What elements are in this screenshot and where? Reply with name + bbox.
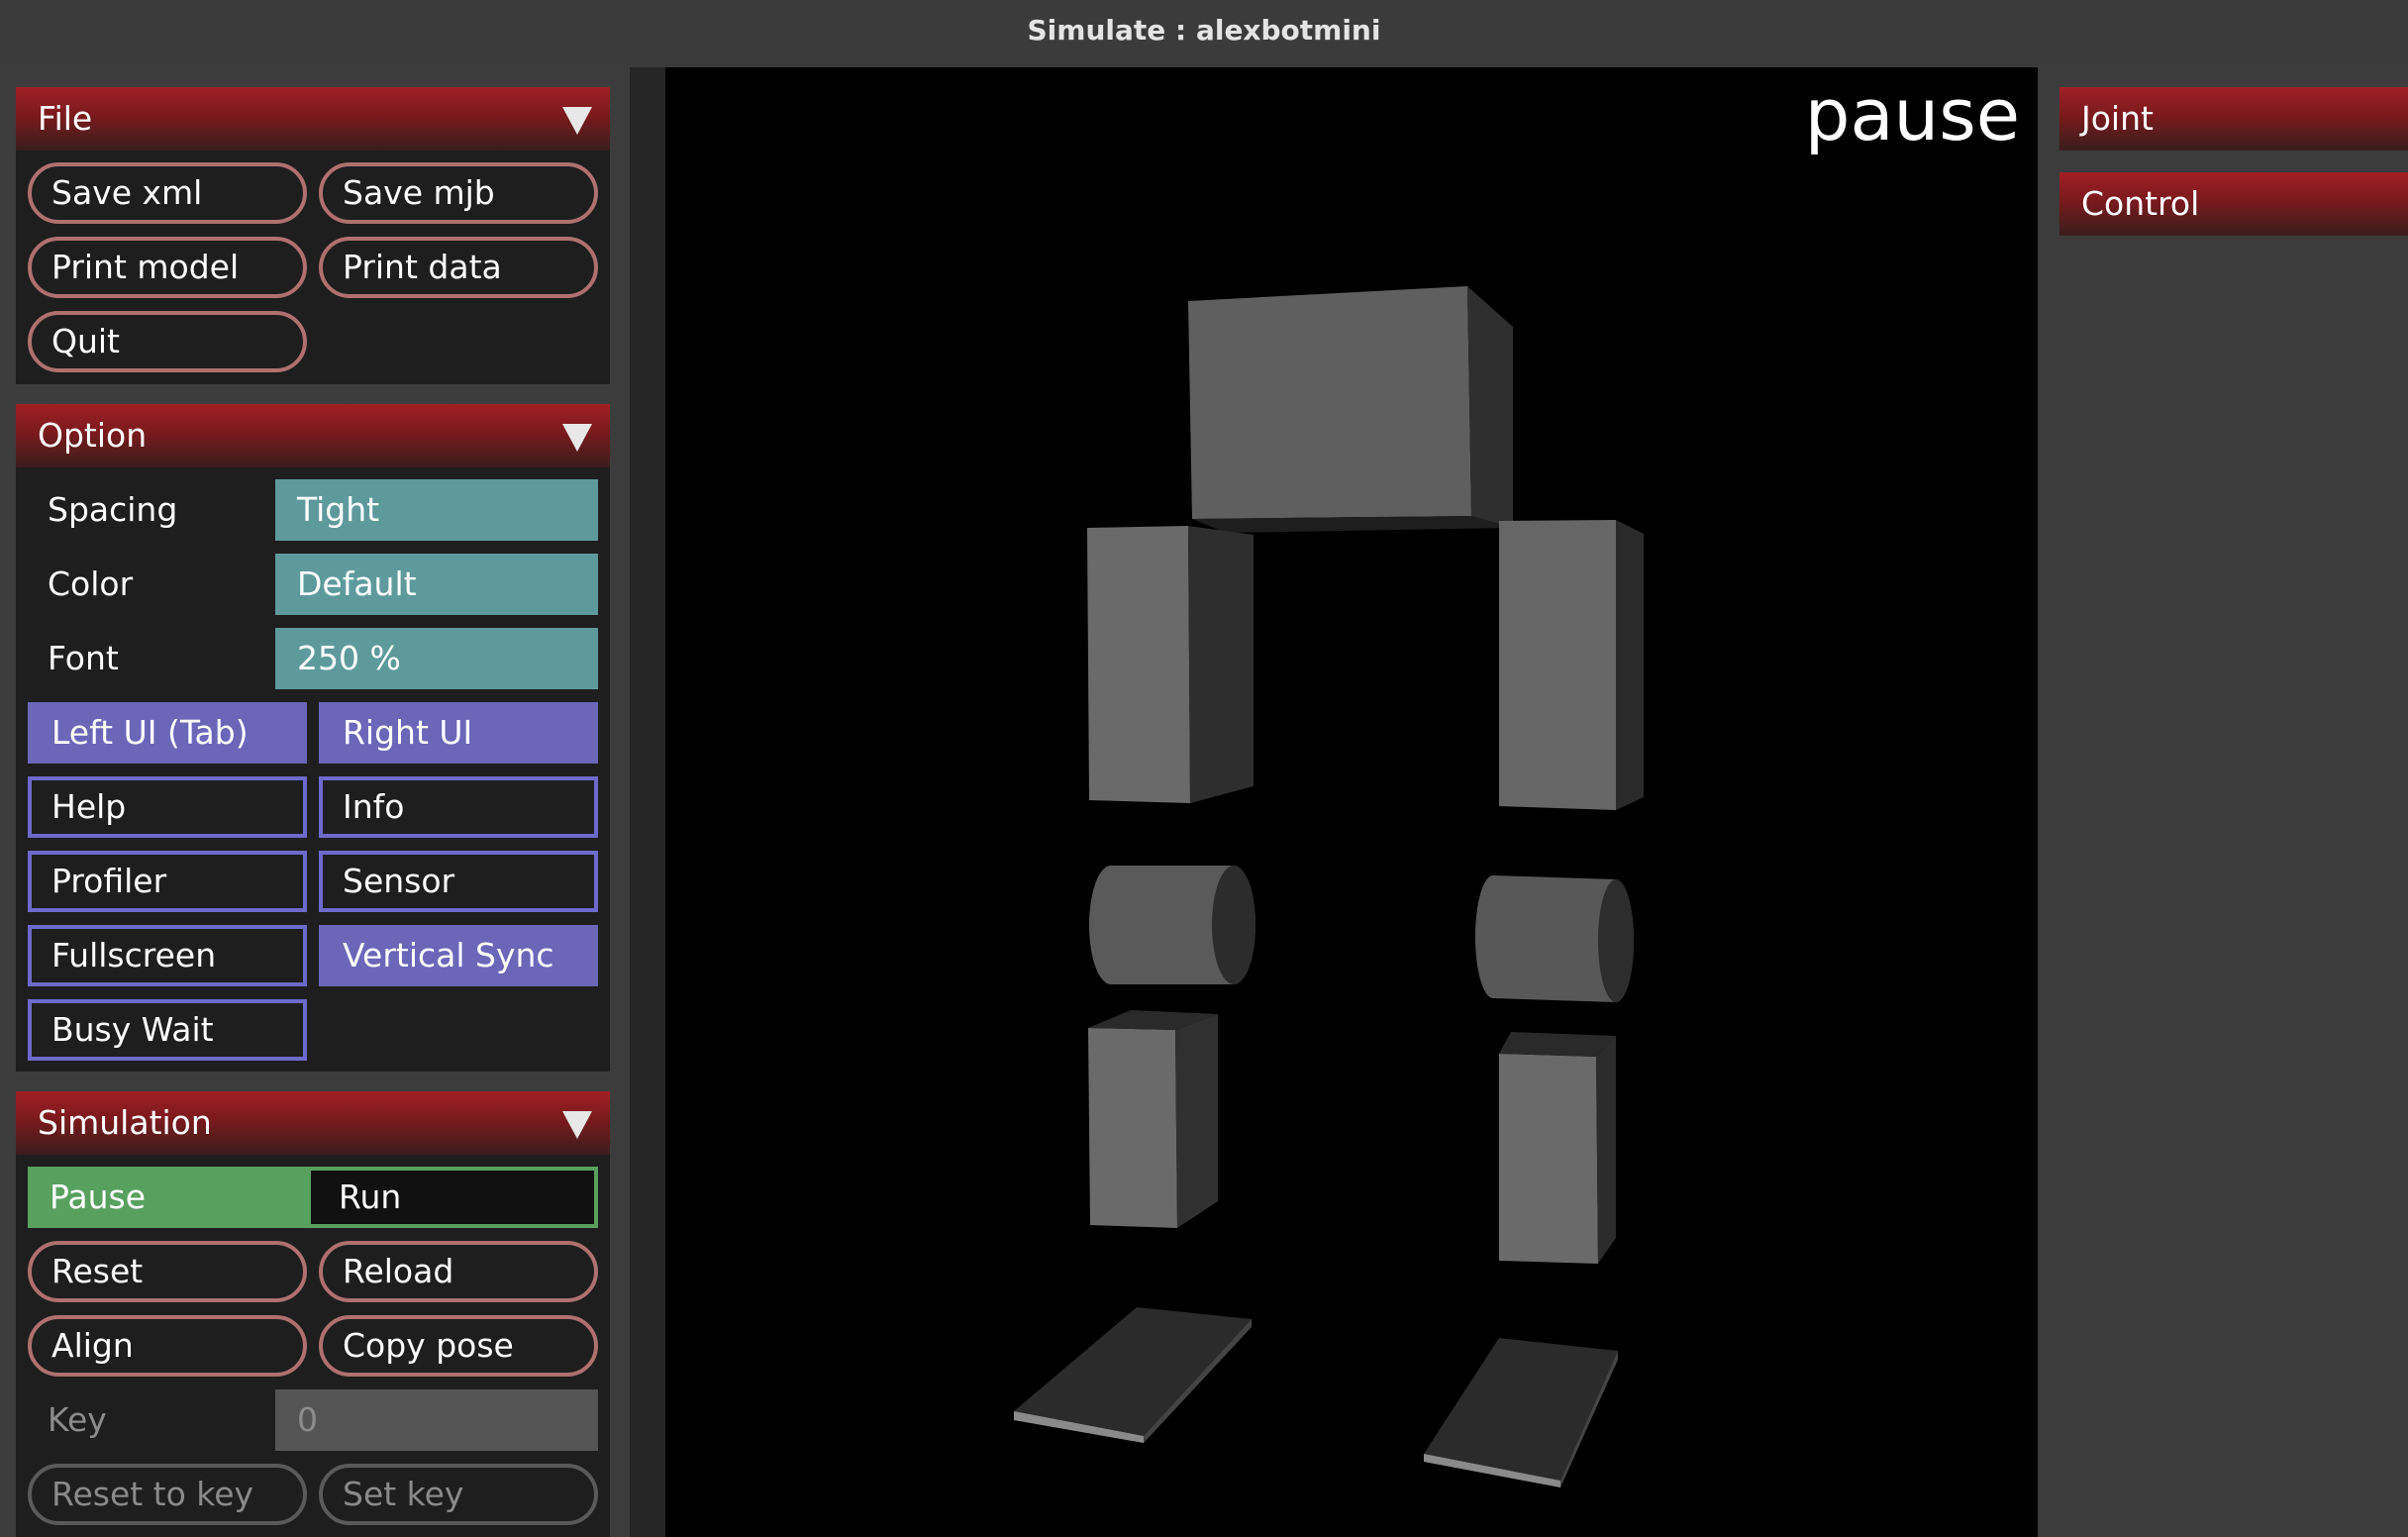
left-ui-toggle[interactable]: Left UI (Tab) [28,702,307,764]
reset-button[interactable]: Reset [28,1241,307,1302]
key-label: Key [48,1400,107,1439]
right-thigh-box [1499,520,1644,810]
vertical-sync-toggle[interactable]: Vertical Sync [319,925,598,986]
quit-button[interactable]: Quit [28,311,307,372]
left-ui-panel: File Save xml Save mjb Print model Print… [0,63,630,1537]
right-shin-box [1499,1032,1616,1264]
joint-section-header[interactable]: Joint [2059,87,2408,151]
align-button[interactable]: Align [28,1315,307,1377]
font-select[interactable]: 250 % [275,628,598,689]
copy-pose-button[interactable]: Copy pose [319,1315,598,1377]
spacing-select[interactable]: Tight [275,479,598,541]
save-xml-button[interactable]: Save xml [28,162,307,224]
right-knee-cylinder [1475,875,1634,1002]
fullscreen-toggle[interactable]: Fullscreen [28,925,307,986]
file-section: File Save xml Save mjb Print model Print… [16,87,610,384]
collapse-triangle-icon[interactable] [562,1111,592,1139]
file-section-header[interactable]: File [16,87,610,151]
control-section-label: Control [2081,184,2200,223]
right-foot-plate [1424,1338,1618,1487]
reset-to-key-button[interactable]: Reset to key [28,1464,307,1525]
print-data-button[interactable]: Print data [319,237,598,298]
save-mjb-button[interactable]: Save mjb [319,162,598,224]
color-label: Color [48,564,134,603]
window-title: Simulate : alexbotmini [1027,14,1381,47]
collapse-triangle-icon[interactable] [562,424,592,452]
3d-viewport[interactable]: pause [630,67,2038,1537]
option-section-label: Option [38,416,148,455]
robot-model-render [1014,286,1644,1487]
simulation-section-label: Simulation [38,1103,212,1142]
key-slider[interactable]: 0 [275,1389,598,1451]
run-radio-option[interactable]: Run [321,1171,594,1224]
pause-radio-option[interactable]: Pause [32,1171,311,1224]
font-label: Font [48,639,119,677]
reload-button[interactable]: Reload [319,1241,598,1302]
collapse-triangle-icon[interactable] [562,107,592,135]
control-section-header[interactable]: Control [2059,172,2408,236]
joint-section-label: Joint [2081,99,2154,138]
left-shin-box [1088,1010,1218,1228]
simulation-section: Simulation Pause Run Reset Reload Align … [16,1091,610,1537]
left-thigh-box [1087,526,1254,803]
left-knee-cylinder [1089,866,1255,984]
profiler-toggle[interactable]: Profiler [28,851,307,912]
print-model-button[interactable]: Print model [28,237,307,298]
info-toggle[interactable]: Info [319,776,598,838]
busy-wait-toggle[interactable]: Busy Wait [28,999,307,1061]
set-key-button[interactable]: Set key [319,1464,598,1525]
spacing-label: Spacing [48,490,178,529]
sensor-toggle[interactable]: Sensor [319,851,598,912]
right-ui-toggle[interactable]: Right UI [319,702,598,764]
option-section: Option Spacing Tight Color Default Font … [16,404,610,1072]
pause-run-radio: Pause Run [28,1167,598,1228]
title-bar: Simulate : alexbotmini [0,0,2408,63]
right-ui-panel: Joint Control [2038,63,2408,1537]
option-section-header[interactable]: Option [16,404,610,467]
color-select[interactable]: Default [275,554,598,615]
torso-box [1188,286,1513,533]
simulation-section-header[interactable]: Simulation [16,1091,610,1155]
help-toggle[interactable]: Help [28,776,307,838]
file-section-label: File [38,99,93,138]
left-foot-plate [1014,1307,1252,1443]
